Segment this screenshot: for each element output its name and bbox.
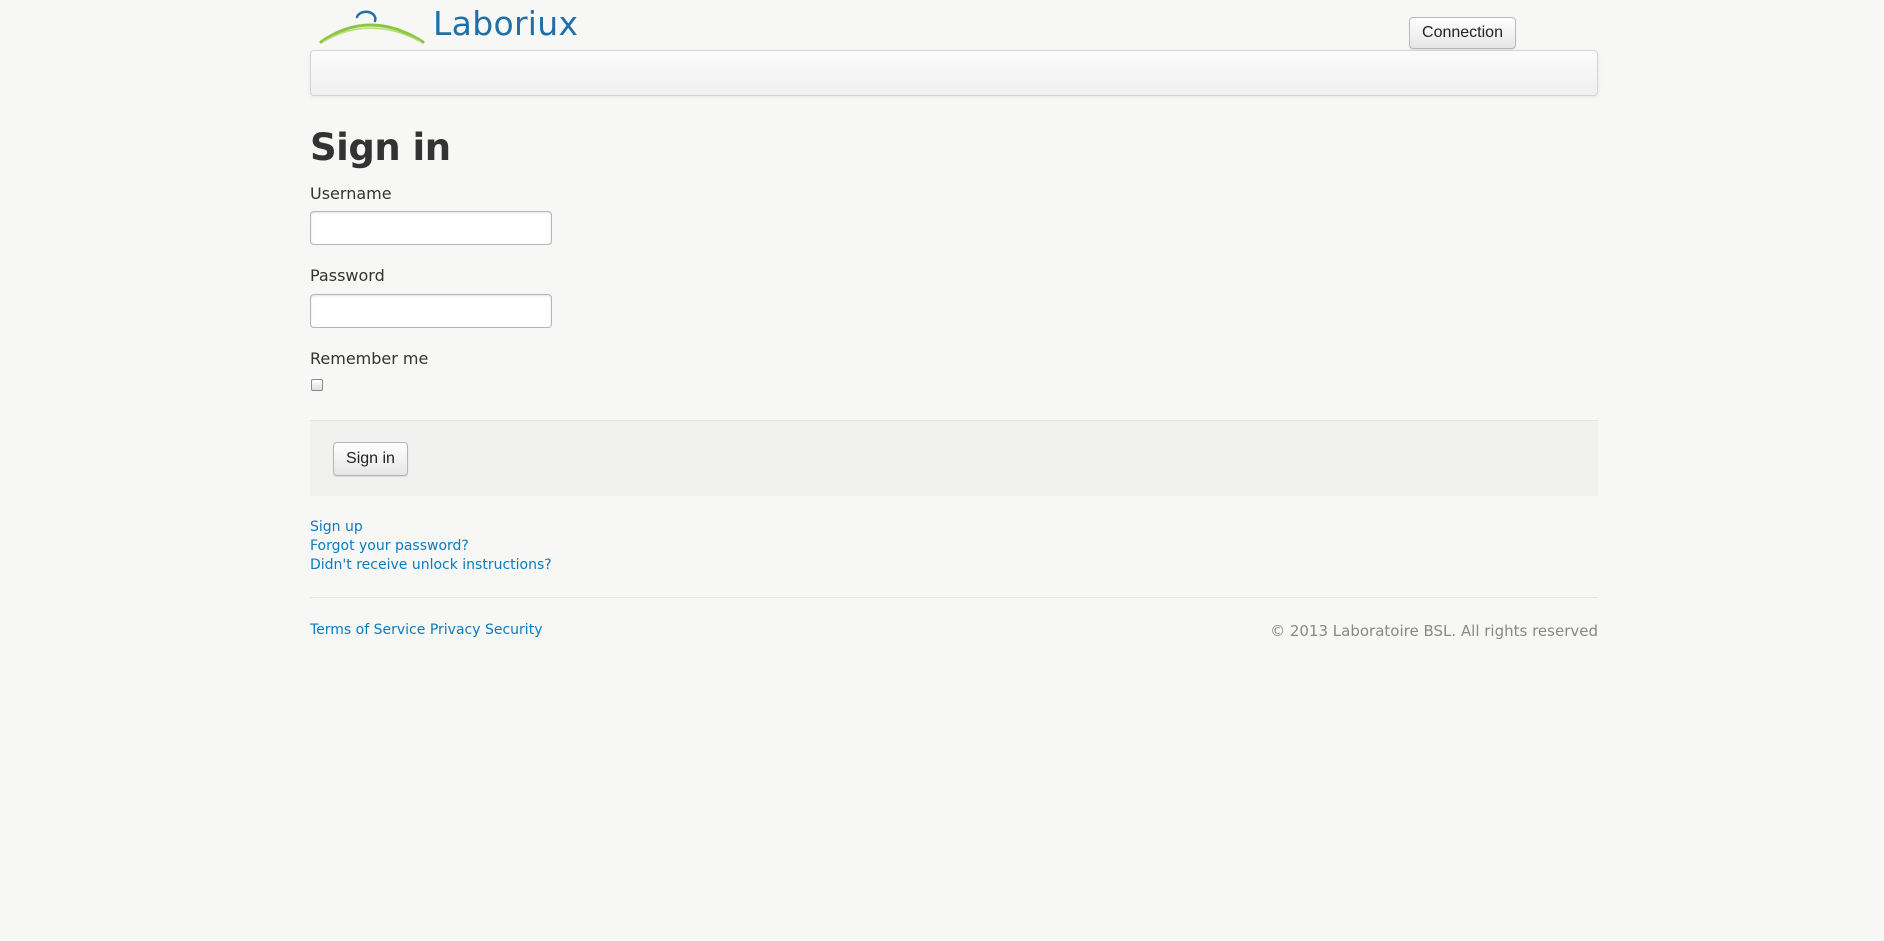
sign-up-link[interactable]: Sign up xyxy=(310,518,552,537)
brand-logo[interactable]: Laboriux xyxy=(317,4,578,46)
unlock-instructions-link[interactable]: Didn't receive unlock instructions? xyxy=(310,556,552,575)
remember-me-checkbox[interactable] xyxy=(311,379,323,391)
copyright-text: © 2013 Laboratoire BSL. All rights reser… xyxy=(1270,622,1598,640)
sign-in-button[interactable]: Sign in xyxy=(333,442,408,476)
username-label: Username xyxy=(310,184,392,203)
laboriux-logo-icon xyxy=(319,10,425,44)
navbar xyxy=(310,50,1598,96)
terms-of-service-link[interactable]: Terms of Service xyxy=(310,622,425,638)
privacy-link[interactable]: Privacy xyxy=(430,622,481,638)
footer-divider xyxy=(310,597,1598,598)
password-input[interactable] xyxy=(310,294,552,328)
footer-links: Terms of Service Privacy Security xyxy=(310,622,542,638)
username-input[interactable] xyxy=(310,211,552,245)
page-title: Sign in xyxy=(310,126,451,169)
form-actions: Sign in xyxy=(310,420,1598,496)
password-label: Password xyxy=(310,266,385,285)
security-link[interactable]: Security xyxy=(485,622,543,638)
connection-button[interactable]: Connection xyxy=(1409,17,1516,49)
brand-name: Laboriux xyxy=(433,3,579,43)
remember-me-label: Remember me xyxy=(310,349,429,368)
forgot-password-link[interactable]: Forgot your password? xyxy=(310,537,552,556)
page-container: Laboriux Connection Sign in Username Pas… xyxy=(310,0,1598,640)
header: Laboriux Connection xyxy=(310,0,1598,50)
auth-links: Sign up Forgot your password? Didn't rec… xyxy=(310,518,552,575)
